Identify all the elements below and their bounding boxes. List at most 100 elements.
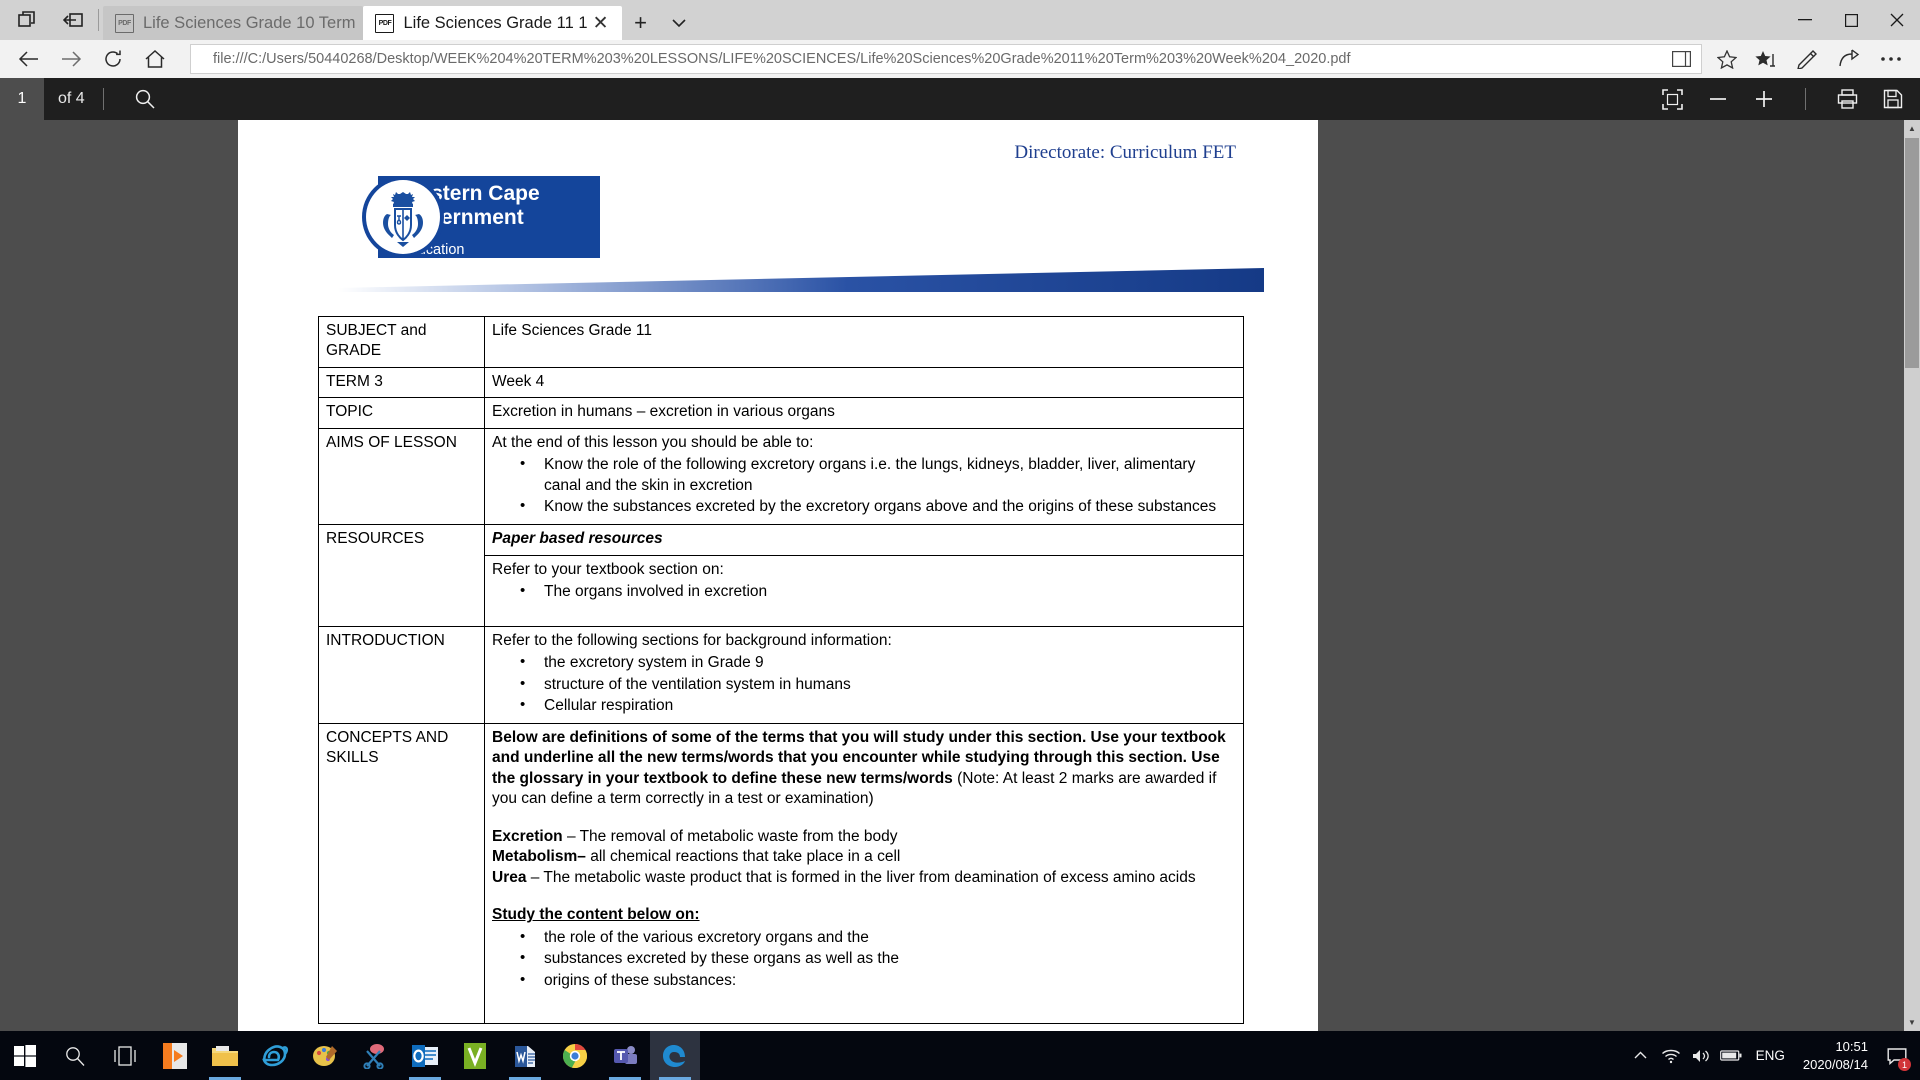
row-label-introduction: INTRODUCTION: [318, 625, 485, 724]
windows-taskbar: ENG 10:51 2020/08/14 1: [0, 1031, 1920, 1080]
scrollbar-thumb[interactable]: [1905, 138, 1919, 368]
show-hidden-icons-chevron-up-icon[interactable]: [1626, 1031, 1656, 1080]
taskbar-clock[interactable]: 10:51 2020/08/14: [1795, 1038, 1880, 1073]
list-item: the excretory system in Grade 9: [492, 652, 1236, 674]
fit-to-page-icon[interactable]: [1649, 78, 1695, 120]
definition-text: – The metabolic waste product that is fo…: [526, 868, 1196, 886]
document-scrollbar[interactable]: ▲ ▼: [1904, 120, 1920, 1031]
notification-center-icon[interactable]: 1: [1880, 1031, 1914, 1080]
taskbar-app-outlook[interactable]: [400, 1031, 450, 1080]
taskbar-app-edge[interactable]: [650, 1031, 700, 1080]
minimize-button[interactable]: [1782, 0, 1828, 40]
address-bar-text[interactable]: file:///C:/Users/50440268/Desktop/WEEK%2…: [213, 51, 1667, 67]
resources-spacer: [492, 604, 1236, 621]
concepts-spacer-1: [492, 810, 1236, 827]
taskbar-app-vuze[interactable]: [450, 1031, 500, 1080]
list-item: structure of the ventilation system in h…: [492, 674, 1236, 696]
add-to-favorites-icon[interactable]: [1710, 44, 1744, 74]
save-icon[interactable]: [1870, 78, 1916, 120]
clock-time: 10:51: [1835, 1038, 1868, 1054]
definition-term: Excretion: [492, 827, 563, 845]
table-row-introduction: INTRODUCTION Refer to the following sect…: [318, 625, 1244, 724]
task-view-button[interactable]: [100, 1031, 150, 1080]
list-item: Cellular respiration: [492, 695, 1236, 717]
definition-text: all chemical reactions that take place i…: [585, 848, 901, 866]
scroll-down-icon[interactable]: ▼: [1904, 1014, 1920, 1031]
battery-icon[interactable]: [1716, 1031, 1746, 1080]
list-item: Know the substances excreted by the excr…: [492, 497, 1236, 518]
volume-icon[interactable]: [1686, 1031, 1716, 1080]
table-row-topic: TOPIC Excretion in humans – excretion in…: [318, 397, 1244, 429]
maximize-button[interactable]: [1828, 0, 1874, 40]
wcg-logo: Western Cape Government Education: [300, 176, 1318, 258]
zoom-in-icon[interactable]: [1741, 78, 1787, 120]
favorites-hub-icon[interactable]: [1744, 42, 1786, 76]
tab-preview-icon[interactable]: [4, 0, 50, 40]
browser-tab-0[interactable]: PDF Life Sciences Grade 10 Term: [103, 6, 364, 40]
row-label-subject: SUBJECT and GRADE: [318, 316, 485, 368]
resources-intro: Refer to your textbook section on:: [492, 560, 724, 578]
add-notes-icon[interactable]: [1786, 42, 1828, 76]
row-value-introduction: Refer to the following sections for back…: [484, 625, 1244, 724]
row-value-topic: Excretion in humans – excretion in vario…: [484, 397, 1244, 429]
language-indicator[interactable]: ENG: [1746, 1048, 1795, 1063]
taskbar-app-media-player[interactable]: [150, 1031, 200, 1080]
table-row-resources-heading: RESOURCES Paper based resources: [318, 524, 1244, 627]
notification-count-badge: 1: [1898, 1058, 1911, 1071]
search-icon[interactable]: [122, 78, 168, 120]
page-number-input[interactable]: 1: [0, 78, 44, 120]
aims-intro: At the end of this lesson you should be …: [492, 433, 814, 451]
taskbar-app-file-explorer[interactable]: [200, 1031, 250, 1080]
study-content-heading: Study the content below on:: [492, 906, 700, 924]
definition-text: – The removal of metabolic waste from th…: [562, 827, 898, 845]
row-value-aims: At the end of this lesson you should be …: [484, 427, 1244, 526]
new-tab-button[interactable]: +: [622, 6, 660, 40]
scroll-up-icon[interactable]: ▲: [1904, 120, 1920, 137]
print-icon[interactable]: [1824, 78, 1870, 120]
back-button[interactable]: [8, 42, 50, 76]
taskbar-app-internet-explorer[interactable]: [250, 1031, 300, 1080]
start-button[interactable]: [0, 1031, 50, 1080]
introduction-intro: Refer to the following sections for back…: [492, 631, 892, 649]
tabstrip-divider: [98, 9, 99, 31]
taskbar-app-chrome[interactable]: [550, 1031, 600, 1080]
pdf-page-1: Directorate: Curriculum FET Western Cape…: [238, 120, 1318, 1031]
home-button[interactable]: [134, 42, 176, 76]
list-item: Know the role of the following excretory…: [492, 454, 1236, 496]
resources-heading: Paper based resources: [484, 524, 1244, 556]
concepts-bottom-spacer: [492, 992, 1236, 1018]
refresh-button[interactable]: [92, 42, 134, 76]
pdf-document-viewport: Directorate: Curriculum FET Western Cape…: [0, 120, 1920, 1031]
row-value-concepts: Below are definitions of some of the ter…: [484, 722, 1244, 1025]
table-row-concepts: CONCEPTS AND SKILLS Below are definition…: [318, 722, 1244, 1025]
list-item: The organs involved in excretion: [492, 581, 1236, 603]
forward-button[interactable]: [50, 42, 92, 76]
browser-tab-1-label: Life Sciences Grade 11 1: [403, 13, 588, 32]
taskbar-app-teams[interactable]: [600, 1031, 650, 1080]
taskbar-app-snipping-tool[interactable]: [350, 1031, 400, 1080]
list-item: origins of these substances:: [492, 970, 1236, 992]
close-tab-icon[interactable]: ✕: [588, 10, 614, 36]
share-icon[interactable]: [1828, 42, 1870, 76]
page-count-label: of 4: [58, 90, 85, 107]
taskbar-app-word[interactable]: [500, 1031, 550, 1080]
tab-list-chevron-down-icon[interactable]: [660, 6, 698, 40]
reading-view-icon[interactable]: [1667, 46, 1695, 72]
definition-term: Metabolism–: [492, 848, 586, 866]
list-item: the role of the various excretory organs…: [492, 927, 1236, 949]
taskbar-app-paint[interactable]: [300, 1031, 350, 1080]
lesson-plan-table: SUBJECT and GRADE Life Sciences Grade 11…: [318, 316, 1244, 1025]
wifi-icon[interactable]: [1656, 1031, 1686, 1080]
close-window-button[interactable]: [1874, 0, 1920, 40]
pdf-viewer-toolbar: 1 of 4: [0, 78, 1920, 120]
list-item: substances excreted by these organs as w…: [492, 948, 1236, 970]
settings-and-more-icon[interactable]: [1870, 42, 1912, 76]
browser-tab-1[interactable]: PDF Life Sciences Grade 11 1 ✕: [363, 6, 622, 40]
search-button[interactable]: [50, 1031, 100, 1080]
set-tabs-aside-icon[interactable]: [50, 0, 96, 40]
address-bar[interactable]: file:///C:/Users/50440268/Desktop/WEEK%2…: [190, 44, 1702, 74]
definition-metabolism: Metabolism– all chemical reactions that …: [492, 847, 1236, 867]
pdf-toolbar-right-group: [1649, 78, 1920, 120]
pdf-icon: PDF: [375, 13, 395, 33]
zoom-out-icon[interactable]: [1695, 78, 1741, 120]
